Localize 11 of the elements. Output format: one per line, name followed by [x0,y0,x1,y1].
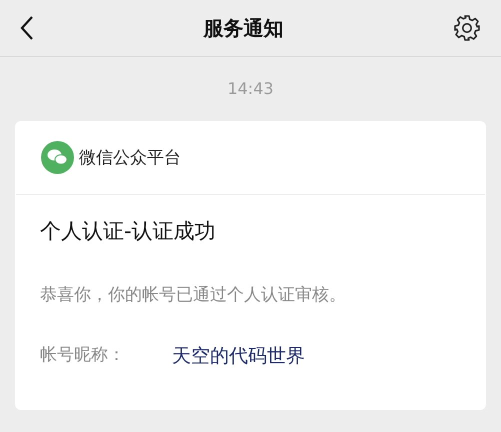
screen-title: 服务通知 [204,14,284,42]
chat-bubbles-icon [41,141,74,174]
field-value: 天空的代码世界 [172,344,305,369]
sender-name: 微信公众平台 [79,147,181,169]
settings-icon[interactable] [453,14,481,42]
message-time: 14:43 [227,79,274,100]
message-card[interactable]: 微信公众平台 个人认证-认证成功 恭喜你，你的帐号已通过个人认证审核。 帐号昵称： 天空的代码世界 [15,121,486,410]
message-text: 恭喜你，你的帐号已通过个人认证审核。 [40,284,347,306]
message-title: 个人认证-认证成功 [40,218,217,245]
back-icon[interactable] [20,15,34,41]
field-label: 帐号昵称： [40,344,126,367]
